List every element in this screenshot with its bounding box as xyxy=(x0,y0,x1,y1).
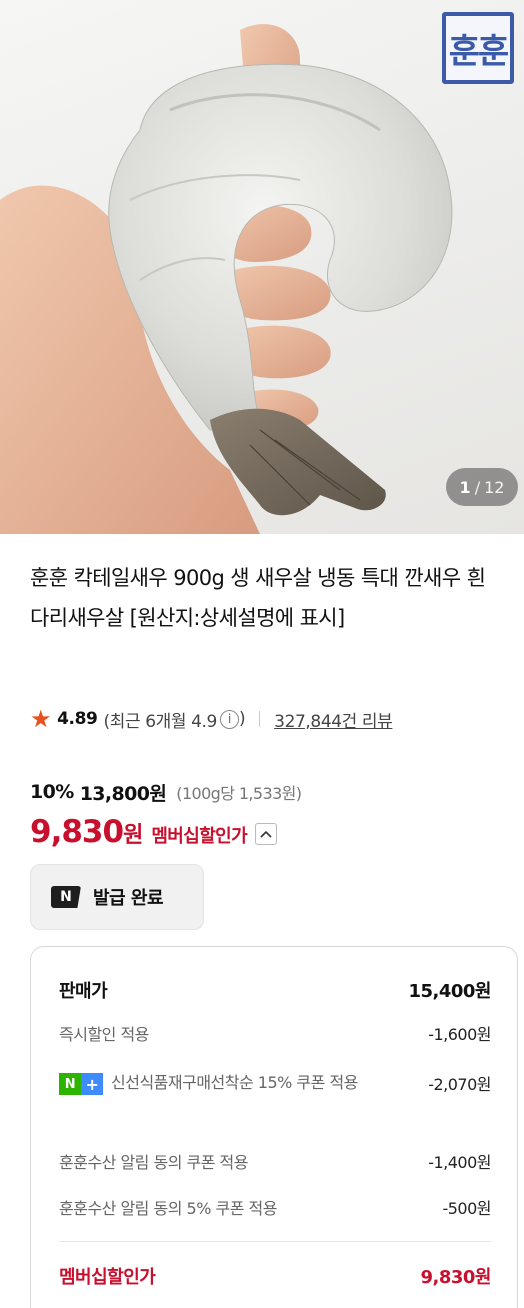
image-counter: 1 / 12 xyxy=(446,468,518,506)
discount-value: -1,600원 xyxy=(428,1025,491,1044)
discount-row: 훈훈수산 알림 동의 쿠폰 적용 -1,400원 xyxy=(59,1149,491,1173)
member-price-row: 9,830 원 멤버십할인가 xyxy=(30,814,278,854)
discount-value: -1,400원 xyxy=(428,1153,491,1172)
discount-row: N + 신선식품재구매선착순 15% 쿠폰 적용 -2,070원 xyxy=(59,1071,491,1095)
member-total-value: 9,830원 xyxy=(420,1267,492,1288)
sale-price-value: 15,400원 xyxy=(408,981,491,1002)
naver-plus-coupon: N + 신선식품재구매선착순 15% 쿠폰 적용 xyxy=(59,1071,409,1095)
review-count-link[interactable]: 327,844건 리뷰 xyxy=(274,707,393,732)
discount-rate: 10% xyxy=(30,781,74,803)
chevron-up-icon[interactable] xyxy=(255,823,278,845)
price-breakdown: 판매가 15,400원 즉시할인 적용 -1,600원 N + 신선식품재구매선착… xyxy=(30,946,518,1308)
recent-rating: (최근 6개월 4.9 xyxy=(103,711,217,732)
discount-row: 즉시할인 적용 -1,600원 xyxy=(59,1021,491,1045)
divider xyxy=(259,711,261,727)
counter-separator: / xyxy=(474,477,481,497)
naver-plus-badge-icon: N + xyxy=(59,1073,103,1095)
breakdown-divider xyxy=(59,1241,491,1242)
coupon-issued-button[interactable]: N 발급 완료 xyxy=(30,864,204,930)
discount-value: -2,070원 xyxy=(428,1075,491,1094)
product-title: 훈훈 칵테일새우 900g 생 새우살 냉동 특대 깐새우 흰다리새우살 [원산… xyxy=(30,566,486,630)
discount-value: -500원 xyxy=(442,1199,491,1218)
discount-label: 훈훈수산 알림 동의 5% 쿠폰 적용 xyxy=(59,1199,277,1218)
discount-label: 신선식품재구매선착순 15% 쿠폰 적용 xyxy=(111,1073,358,1092)
member-price-label: 멤버십할인가 xyxy=(151,826,248,847)
product-image[interactable]: 훈훈 1 / 12 xyxy=(0,0,524,534)
star-icon: ★ xyxy=(30,705,52,733)
original-price: 13,800원 xyxy=(79,782,167,805)
rating-score: 4.89 xyxy=(57,709,98,729)
discount-label: 즉시할인 적용 xyxy=(59,1025,149,1044)
recent-rating-close: ) xyxy=(238,709,246,729)
brand-logo: 훈훈 xyxy=(442,12,514,84)
rating-row: ★ 4.89 (최근 6개월 4.9 i ) 327,844건 리뷰 xyxy=(30,704,393,734)
coupon-label: 발급 완료 xyxy=(93,888,164,909)
unit-price: (100g당 1,533원) xyxy=(176,784,302,803)
member-total-row: 멤버십할인가 9,830원 xyxy=(59,1263,491,1289)
member-total-label: 멤버십할인가 xyxy=(59,1267,156,1288)
sale-price-label: 판매가 xyxy=(59,981,108,1002)
counter-current: 1 xyxy=(459,477,471,497)
naver-n-icon: N xyxy=(51,886,81,908)
info-icon[interactable]: i xyxy=(219,709,239,729)
sale-price-row: 판매가 15,400원 xyxy=(59,977,491,1003)
price-row: 10% 13,800원 (100g당 1,533원) xyxy=(30,777,302,807)
discount-label: 훈훈수산 알림 동의 쿠폰 적용 xyxy=(59,1153,248,1172)
member-price-won: 원 xyxy=(123,823,144,848)
member-price: 9,830 xyxy=(30,814,124,850)
discount-row: 훈훈수산 알림 동의 5% 쿠폰 적용 -500원 xyxy=(59,1195,491,1219)
counter-total: 12 xyxy=(484,477,505,497)
